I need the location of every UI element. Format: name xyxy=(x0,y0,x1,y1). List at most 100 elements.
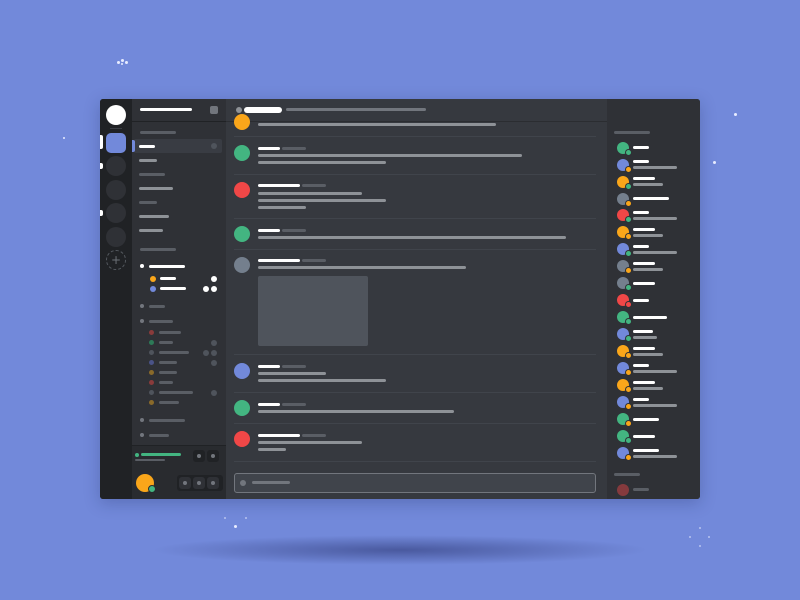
guild-sidebar: + xyxy=(100,99,132,499)
star xyxy=(224,517,226,519)
member-name[interactable] xyxy=(633,347,655,350)
channel-item[interactable] xyxy=(139,229,163,232)
mic-icon[interactable] xyxy=(179,477,191,489)
message-author[interactable] xyxy=(258,434,300,437)
avatar[interactable] xyxy=(234,363,250,379)
channel-settings-icon[interactable] xyxy=(211,143,217,149)
channel-item[interactable] xyxy=(139,187,173,190)
channel-header xyxy=(226,99,607,122)
status-icon xyxy=(148,485,156,493)
voice-channel-item[interactable] xyxy=(149,434,169,437)
voice-connected-status xyxy=(141,453,181,456)
avatar[interactable] xyxy=(234,431,250,447)
guild-icon[interactable] xyxy=(106,203,126,223)
mute-icon xyxy=(211,390,217,396)
star xyxy=(689,536,691,538)
guild-icon[interactable] xyxy=(106,227,126,247)
member-name[interactable] xyxy=(633,211,649,214)
voice-category-header[interactable] xyxy=(140,248,176,251)
avatar[interactable] xyxy=(234,145,250,161)
voice-channel-item[interactable] xyxy=(149,320,173,323)
avatar[interactable] xyxy=(617,484,629,496)
voice-user-name xyxy=(159,401,179,404)
attach-icon[interactable] xyxy=(240,480,246,486)
member-name[interactable] xyxy=(633,299,649,302)
member-name[interactable] xyxy=(633,435,655,438)
plus-icon: + xyxy=(110,253,122,267)
server-header[interactable] xyxy=(132,99,226,122)
member-name[interactable] xyxy=(633,197,669,200)
message-content xyxy=(258,266,466,269)
message-author[interactable] xyxy=(258,147,280,150)
star xyxy=(699,545,701,547)
status-icon xyxy=(625,216,632,223)
status-icon xyxy=(625,250,632,257)
member-name[interactable] xyxy=(633,418,659,421)
message-author[interactable] xyxy=(258,403,280,406)
status-icon xyxy=(625,183,632,190)
message-author[interactable] xyxy=(258,229,280,232)
member-name[interactable] xyxy=(633,146,649,149)
guild-icon[interactable] xyxy=(106,156,126,176)
home-icon[interactable] xyxy=(106,105,126,125)
member-name[interactable] xyxy=(633,488,649,491)
avatar[interactable] xyxy=(234,114,250,130)
guild-icon-active[interactable] xyxy=(106,133,126,153)
member-name[interactable] xyxy=(633,316,667,319)
member-name[interactable] xyxy=(633,364,649,367)
avatar[interactable] xyxy=(234,226,250,242)
voice-channel-item[interactable] xyxy=(149,419,185,422)
guild-icon[interactable] xyxy=(106,180,126,200)
member-name[interactable] xyxy=(633,177,655,180)
channel-item[interactable] xyxy=(139,201,157,204)
avatar[interactable] xyxy=(234,257,250,273)
voice-channel-item[interactable] xyxy=(149,265,185,268)
member-name[interactable] xyxy=(633,262,655,265)
message-input[interactable] xyxy=(234,473,596,493)
message-author[interactable] xyxy=(258,259,300,262)
selected-channel-indicator xyxy=(132,140,135,152)
member-name[interactable] xyxy=(633,160,649,163)
message-content xyxy=(258,206,306,209)
avatar[interactable] xyxy=(234,182,250,198)
avatar[interactable] xyxy=(234,400,250,416)
category-header[interactable] xyxy=(140,131,176,134)
member-name[interactable] xyxy=(633,245,649,248)
message-author[interactable] xyxy=(258,184,300,187)
member-name[interactable] xyxy=(633,228,655,231)
voice-user-name xyxy=(160,277,176,280)
message-author[interactable] xyxy=(258,365,280,368)
disconnect-button[interactable] xyxy=(207,450,219,462)
image-attachment[interactable] xyxy=(258,276,368,346)
star xyxy=(713,161,716,164)
dropdown-icon[interactable] xyxy=(210,106,218,114)
chat-area xyxy=(226,99,607,499)
unread-guild-indicator xyxy=(100,210,103,216)
voice-channel-name xyxy=(135,459,165,461)
member-activity xyxy=(633,251,677,254)
channel-item[interactable] xyxy=(139,215,169,218)
channel-item[interactable] xyxy=(139,159,157,162)
member-category-header xyxy=(614,131,650,134)
channel-item-label[interactable] xyxy=(139,145,155,148)
message-timestamp xyxy=(302,434,326,437)
member-name[interactable] xyxy=(633,381,655,384)
voice-user-avatar xyxy=(149,330,154,335)
member-name[interactable] xyxy=(633,449,659,452)
collapse-arrow-icon xyxy=(140,433,144,437)
status-icon xyxy=(625,267,632,274)
member-name[interactable] xyxy=(633,282,655,285)
headphones-icon[interactable] xyxy=(193,477,205,489)
status-icon xyxy=(625,369,632,376)
gear-icon[interactable] xyxy=(207,477,219,489)
screen-share-button[interactable] xyxy=(193,450,205,462)
voice-user-name xyxy=(159,331,181,334)
channel-item[interactable] xyxy=(139,173,165,176)
add-server-button[interactable]: + xyxy=(106,250,126,270)
member-name[interactable] xyxy=(633,330,653,333)
star xyxy=(699,527,701,529)
member-activity xyxy=(633,455,677,458)
collapse-arrow-icon xyxy=(140,418,144,422)
member-name[interactable] xyxy=(633,398,649,401)
voice-channel-item[interactable] xyxy=(149,305,165,308)
